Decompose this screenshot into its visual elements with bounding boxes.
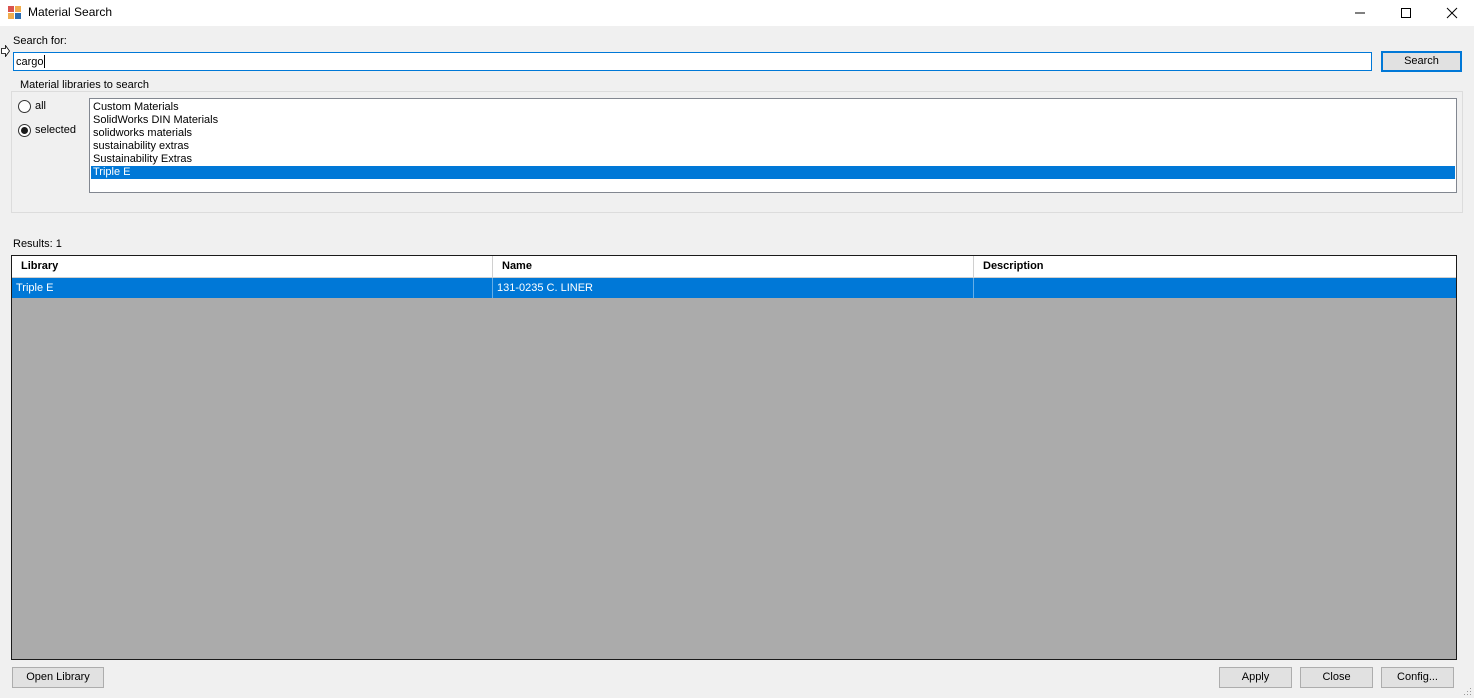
library-item-triple-e[interactable]: Triple E	[91, 166, 1455, 179]
close-button[interactable]: Close	[1300, 667, 1373, 688]
results-count: Results: 1	[13, 238, 62, 250]
text-caret	[44, 55, 45, 68]
table-row[interactable]: Triple E 131-0235 C. LINER	[12, 278, 1456, 298]
minimize-button[interactable]	[1337, 0, 1383, 26]
open-library-button[interactable]: Open Library	[12, 667, 104, 688]
search-label: Search for:	[13, 35, 67, 47]
library-item-custom-materials[interactable]: Custom Materials	[91, 101, 1455, 114]
maximize-button[interactable]	[1383, 0, 1429, 26]
library-item-solidworks-materials[interactable]: solidworks materials	[91, 127, 1455, 140]
radio-selected-dot	[21, 127, 28, 134]
results-grid[interactable]: Library Name Description Triple E 131-02…	[11, 255, 1457, 660]
radio-selected-label[interactable]: selected	[35, 124, 76, 136]
cell-library[interactable]: Triple E	[12, 278, 493, 298]
config-button[interactable]: Config...	[1381, 667, 1454, 688]
library-item-sustainability-extras[interactable]: Sustainability Extras	[91, 153, 1455, 166]
radio-all-label[interactable]: all	[35, 100, 46, 112]
resize-grip-icon[interactable]	[1462, 686, 1472, 696]
search-input[interactable]	[13, 52, 1372, 71]
close-window-button[interactable]	[1429, 0, 1474, 26]
apply-button[interactable]: Apply	[1219, 667, 1292, 688]
library-item-solidworks-din-materials[interactable]: SolidWorks DIN Materials	[91, 114, 1455, 127]
libraries-group-label: Material libraries to search	[18, 79, 151, 91]
close-icon	[1446, 7, 1458, 19]
grid-header: Library Name Description	[12, 256, 1456, 278]
window-title: Material Search	[28, 5, 113, 19]
cell-name[interactable]: 131-0235 C. LINER	[493, 278, 974, 298]
maximize-icon	[1401, 8, 1411, 18]
search-button[interactable]: Search	[1381, 51, 1462, 72]
column-header-description[interactable]: Description	[974, 256, 1456, 277]
minimize-icon	[1355, 12, 1365, 14]
title-bar: Material Search	[0, 0, 1474, 26]
cursor-arrow-icon	[1, 45, 10, 57]
radio-all[interactable]	[18, 100, 31, 113]
libraries-listbox[interactable]: Custom Materials SolidWorks DIN Material…	[89, 98, 1457, 193]
column-header-name[interactable]: Name	[493, 256, 974, 277]
radio-selected[interactable]	[18, 124, 31, 137]
library-item-sustainability-extras-lower[interactable]: sustainability extras	[91, 140, 1455, 153]
column-header-library[interactable]: Library	[12, 256, 493, 277]
app-icon	[8, 6, 21, 19]
cell-description[interactable]	[974, 278, 1456, 298]
